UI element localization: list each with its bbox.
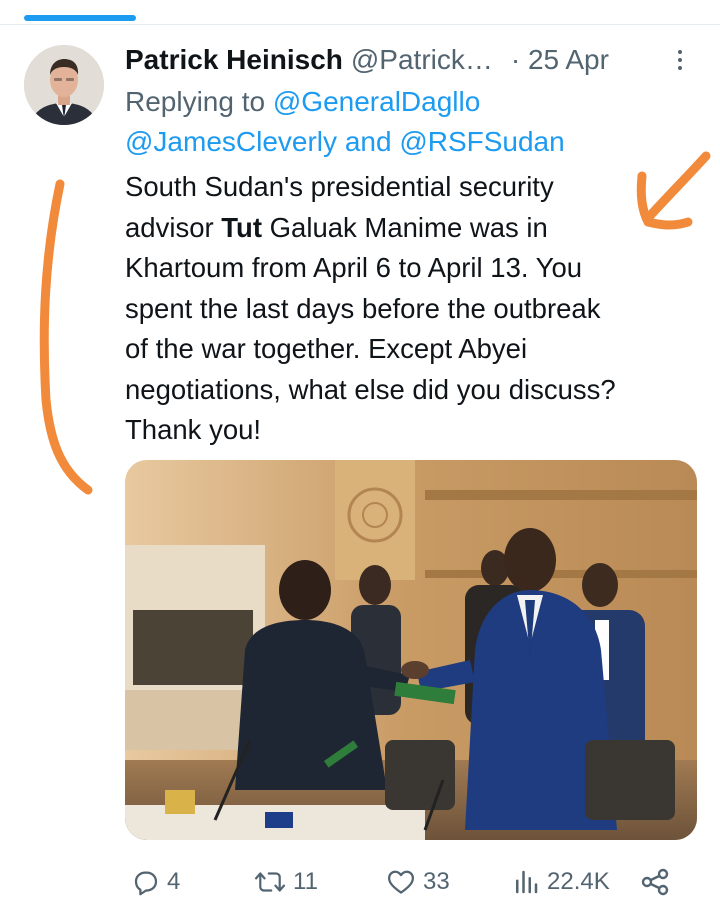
- like-icon: [388, 870, 414, 894]
- views-button[interactable]: 22.4K: [511, 860, 610, 904]
- author-name[interactable]: Patrick Heinisch: [125, 44, 343, 76]
- tweet-text-line: spent the last days before the outbreak: [125, 292, 601, 324]
- tweet-photo[interactable]: [125, 460, 697, 840]
- tweet-text-line: Khartoum from April 6 to April 13. You: [125, 252, 583, 283]
- tweet-text-bold: Tut: [221, 211, 263, 243]
- mention-link[interactable]: @JamesCleverly: [125, 126, 337, 157]
- like-button[interactable]: 33: [385, 860, 450, 904]
- reply-icon: [134, 871, 158, 896]
- tweet-text-segment: Galuak Manime was in: [262, 211, 548, 243]
- annotation-vertical-stroke: [39, 179, 93, 495]
- tweet-text: South Sudan's presidential security advi…: [125, 167, 697, 451]
- views-icon: [516, 870, 538, 894]
- tweet-timestamp[interactable]: · 25 Apr: [511, 44, 609, 76]
- tweet-text-line: advisor Tut Galuak Manime was in: [125, 208, 697, 249]
- replying-to-label: Replying to: [125, 86, 266, 117]
- repost-icon: [254, 872, 286, 892]
- like-count: 33: [423, 868, 450, 895]
- tweet-text-segment: advisor: [125, 211, 222, 243]
- avatar[interactable]: [24, 45, 104, 125]
- reply-button[interactable]: 4: [131, 860, 180, 904]
- share-button[interactable]: [639, 860, 677, 904]
- reply-count: 4: [167, 868, 181, 895]
- share-icon: [641, 868, 669, 896]
- replying-to-line-2: @JamesCleverly and @RSFSudan: [125, 122, 565, 162]
- tweet-header: Patrick Heinisch @Patrick… · 25 Apr: [125, 40, 692, 80]
- views-count: 22.4K: [547, 868, 610, 895]
- repost-count: 11: [293, 868, 318, 895]
- tweet-text-line: of the war together. Except Abyei: [125, 333, 528, 364]
- mention-link[interactable]: @GeneralDagllo: [273, 86, 480, 117]
- repost-button[interactable]: 11: [253, 860, 318, 904]
- tweet-text-line: Thank you!: [125, 414, 262, 445]
- more-vertical-icon[interactable]: [668, 40, 692, 80]
- author-handle[interactable]: @Patrick…: [351, 44, 493, 76]
- mention-joiner: and: [344, 126, 392, 157]
- tweet-text-line: South Sudan's presidential security: [125, 171, 554, 202]
- tweet-actions: 4 11 33 22.4K: [125, 860, 692, 904]
- tweet-text-line: negotiations, what else did you discuss?: [125, 373, 616, 405]
- replying-to-line: Replying to @GeneralDagllo: [125, 82, 480, 122]
- mention-link[interactable]: @RSFSudan: [399, 126, 564, 157]
- tab-indicator: [24, 15, 136, 21]
- top-divider: [0, 24, 720, 25]
